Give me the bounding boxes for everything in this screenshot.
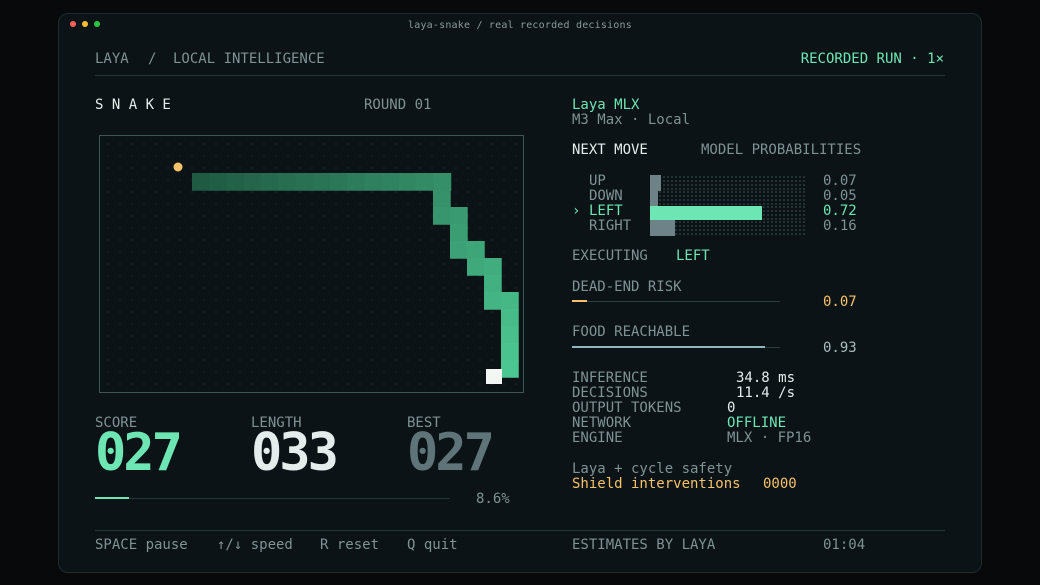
breadcrumb-separator: /	[148, 51, 157, 67]
dead-end-fill	[572, 300, 587, 302]
game-title: S N A K E	[95, 97, 171, 113]
move-label-right: RIGHT	[589, 218, 632, 234]
game-board	[99, 135, 524, 393]
move-marker	[572, 188, 580, 204]
snake-segment	[450, 224, 468, 242]
snake-segment	[450, 241, 468, 259]
snake-segment	[192, 173, 210, 191]
score-value: 027	[95, 423, 183, 483]
shield-interventions-label: Shield interventions	[572, 476, 741, 492]
move-label-down: DOWN	[589, 188, 623, 204]
window-title: laya-snake / real recorded decisions	[408, 20, 632, 31]
round-label: ROUND 01	[364, 97, 432, 113]
safety-mode: Laya + cycle safety	[572, 461, 733, 477]
snake-segment	[484, 275, 502, 293]
board-canvas	[107, 143, 519, 385]
move-label-up: UP	[589, 173, 606, 189]
move-marker	[572, 218, 580, 234]
stat-label: OUTPUT TOKENS	[572, 400, 682, 416]
stat-label: ENGINE	[572, 430, 623, 446]
snake-segment	[501, 326, 519, 344]
snake-segment	[433, 207, 451, 225]
move-bar-track	[650, 190, 805, 206]
progress-track	[95, 498, 450, 499]
stat-label: INFERENCE	[572, 370, 648, 386]
snake-segment	[243, 173, 262, 191]
shortcut-pause: SPACE pause	[95, 537, 188, 553]
stat-value: OFFLINE	[727, 415, 787, 431]
move-prob-down: 0.05	[823, 188, 857, 204]
food-reachable-label: FOOD REACHABLE	[572, 324, 691, 340]
snake-segment	[364, 173, 383, 191]
shortcut-speed: ↑/↓ speed	[217, 537, 293, 553]
footer-divider	[95, 530, 945, 531]
elapsed-time: 01:04	[823, 537, 866, 553]
food-reachable-fill	[572, 346, 765, 348]
move-bar-track	[650, 175, 805, 191]
executing-label: EXECUTING	[572, 248, 648, 264]
model-device: M3 Max · Local	[572, 112, 691, 128]
move-bar-down	[650, 190, 658, 206]
move-label-left: LEFT	[589, 203, 623, 219]
dead-end-value: 0.07	[823, 294, 857, 310]
probabilities-label: MODEL PROBABILITIES	[701, 142, 862, 158]
stat-value: 11.4 /s	[736, 385, 796, 401]
move-prob-up: 0.07	[823, 173, 857, 189]
snake-segment	[347, 173, 365, 191]
shield-interventions-value: 0000	[763, 476, 797, 492]
snake-head	[486, 369, 502, 384]
food-reachable-value: 0.93	[823, 340, 857, 356]
snake-segment	[501, 292, 519, 310]
snake-segment	[467, 258, 485, 276]
move-marker: ›	[572, 203, 581, 219]
stat-label: DECISIONS	[572, 385, 648, 401]
progress-percent: 8.6%	[476, 491, 510, 507]
brand-label: LAYA	[95, 51, 129, 67]
snake-segment	[501, 360, 519, 378]
shortcut-quit: Q quit	[407, 537, 458, 553]
best-value: 027	[407, 423, 495, 483]
section-title: LOCAL INTELLIGENCE	[173, 51, 325, 67]
dead-end-track	[572, 301, 780, 302]
stat-value: 34.8 ms	[736, 370, 796, 386]
snake-segment	[501, 343, 519, 361]
snake-segment	[433, 173, 452, 191]
move-marker	[572, 173, 580, 189]
dead-end-label: DEAD-END RISK	[572, 279, 682, 295]
move-prob-left: 0.72	[823, 203, 857, 219]
stat-value: 0	[727, 400, 736, 416]
length-value: 033	[251, 423, 339, 483]
snake-segment	[433, 190, 451, 208]
progress-fill	[95, 497, 129, 499]
snake-segment	[330, 173, 348, 191]
snake-segment	[226, 173, 245, 191]
snake-segment	[261, 173, 279, 191]
snake-segment	[399, 173, 417, 191]
header-divider	[95, 75, 945, 76]
stat-value: MLX · FP16	[727, 430, 812, 446]
snake-segment	[209, 173, 227, 191]
model-name: Laya MLX	[572, 97, 640, 113]
snake-segment	[467, 241, 485, 259]
shortcut-reset: R reset	[320, 537, 380, 553]
snake-segment	[416, 173, 434, 191]
snake-segment	[501, 309, 519, 327]
move-bar-right	[650, 220, 675, 236]
snake-segment	[484, 292, 502, 310]
estimates-label: ESTIMATES BY LAYA	[572, 537, 716, 553]
executing-value: LEFT	[676, 248, 710, 264]
snake-segment	[278, 173, 296, 191]
move-prob-right: 0.16	[823, 218, 857, 234]
stat-label: NETWORK	[572, 415, 632, 431]
next-move-label: NEXT MOVE	[572, 142, 648, 158]
move-bar-left	[650, 206, 762, 220]
snake-segment	[381, 173, 400, 191]
snake-segment	[484, 258, 502, 276]
snake-segment	[295, 173, 314, 191]
food-pellet	[173, 162, 183, 172]
snake-segment	[312, 173, 331, 191]
move-bar-up	[650, 175, 661, 191]
run-status: RECORDED RUN · 1×	[800, 51, 944, 67]
snake-segment	[450, 207, 468, 225]
